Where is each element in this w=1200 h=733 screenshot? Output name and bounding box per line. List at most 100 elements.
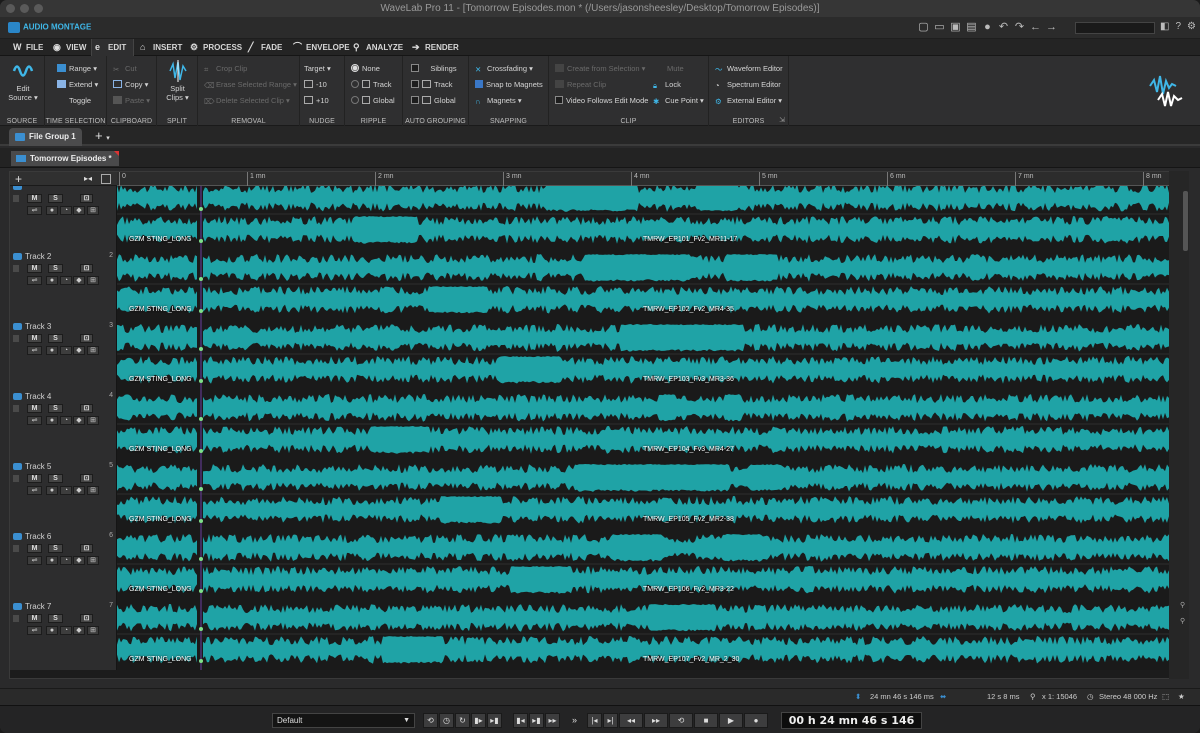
track-fx-icon[interactable]: ⇌ [27,486,42,495]
clip-name-episode[interactable]: TMRW_EP101_Fv2_MR11-17 [643,236,737,243]
fade-handle[interactable] [199,519,203,523]
mute-button[interactable]: M [27,544,42,553]
snap-to-magnets-checkbox[interactable]: Snap to Magnets [475,80,543,89]
track-name[interactable]: Track 7 [13,602,51,611]
record-button-icon[interactable]: ● [744,713,768,728]
zoom-window-icon[interactable] [34,4,43,13]
help-icon[interactable]: ? [1175,21,1181,32]
range-button[interactable]: Range ▾ [57,64,97,73]
track-output-icon[interactable]: ⊞ [87,346,99,355]
clip-name-episode[interactable]: TMRW_EP107_Fv2_MR_2_30 [643,656,739,663]
spectrum-editor-button[interactable]: ◔ Spectrum Editor [715,80,781,90]
group-track-checkbox[interactable]: Track [411,80,452,89]
track-name[interactable]: Track 6 [13,532,51,541]
fade-handle[interactable] [199,239,203,243]
status-format[interactable]: Stereo 48 000 Hz [1099,692,1157,701]
track-pan-icon[interactable]: ◆ [73,346,85,355]
track-pan-icon[interactable]: ◆ [73,626,85,635]
record-icon[interactable]: ● [981,20,994,34]
track-record-icon[interactable]: ● [46,486,58,495]
tab-insert[interactable]: ⌂ INSERT [137,39,183,56]
track-settings-icon[interactable]: ◔ [60,206,72,215]
tab-analyze[interactable]: ⚲ ANALYZE [350,39,403,56]
track-pan-icon[interactable]: ◆ [73,556,85,565]
status-zoom[interactable]: 12 s 8 ms [987,692,1020,701]
track-name[interactable]: Track 2 [13,252,51,261]
fade-handle[interactable] [199,627,203,631]
ripple-track-radio[interactable]: Track [351,80,391,89]
zoom-out-icon[interactable]: ⚲ [1180,617,1185,625]
ripple-global-radio[interactable]: Global [351,96,395,105]
status-ratio[interactable]: x 1: 15046 [1042,692,1077,701]
track-name[interactable] [13,186,25,191]
track-lock-icon[interactable] [13,265,19,272]
track-settings-icon[interactable]: ◔ [60,416,72,425]
save-icon[interactable]: ▣ [949,20,962,34]
track-monitor-icon[interactable]: ⊡ [80,474,93,483]
preset-dropdown[interactable]: Default ▼ [272,713,415,728]
stop-mode-icon[interactable]: ▮▸ [471,713,486,728]
zoom-in-icon[interactable]: ⚲ [1180,601,1185,609]
clip-name-sting[interactable]: GZM STING_LONG [129,376,192,383]
forward-arrow-icon[interactable]: → [1045,20,1058,34]
mute-button[interactable]: M [27,474,42,483]
solo-button[interactable]: S [48,334,63,343]
clip-name-sting[interactable]: GZM STING_LONG [129,236,192,243]
track-output-icon[interactable]: ⊞ [87,486,99,495]
clip-name-episode[interactable]: TMRW_EP104_Fv3_MR4-27 [643,446,734,453]
track-visibility-icon[interactable] [13,533,22,540]
track-lane[interactable]: GZM STING_LONG TMRW_EP107_Fv2_MR_2_30 [117,600,1178,670]
save-as-icon[interactable]: ▤ [965,20,978,34]
track-lane[interactable]: GZM STING_LONG TMRW_EP106_Fv2_MR3-22 [117,530,1178,600]
fade-handle[interactable] [199,449,203,453]
track-name[interactable]: Track 3 [13,322,51,331]
group-global-checkbox[interactable]: Global [411,96,456,105]
new-file-icon[interactable]: ▢ [917,20,930,34]
add-track-button[interactable]: + [15,172,22,186]
track-lock-icon[interactable] [13,335,19,342]
fade-handle[interactable] [199,557,203,561]
file-group-tab[interactable]: File Group 1 [9,128,82,146]
settings-icon[interactable]: ⚙ [1187,21,1196,32]
tab-edit[interactable]: e EDIT [91,39,134,56]
track-pan-icon[interactable]: ◆ [73,416,85,425]
fade-handle[interactable] [199,277,203,281]
preroll-icon[interactable]: ▸▮ [487,713,502,728]
toggle-button[interactable]: Toggle [69,96,91,105]
track-output-icon[interactable]: ⊞ [87,206,99,215]
cue-point-button[interactable]: ✱ Cue Point ▾ [653,96,704,106]
track-monitor-icon[interactable]: ⊡ [80,404,93,413]
track-output-icon[interactable]: ⊞ [87,626,99,635]
track-record-icon[interactable]: ● [46,416,58,425]
solo-button[interactable]: S [48,474,63,483]
tab-render[interactable]: ➔ RENDER [409,39,459,56]
favorite-icon[interactable]: ★ [1178,692,1185,701]
undo-icon[interactable]: ↶ [997,20,1010,34]
solo-button[interactable]: S [48,404,63,413]
tab-file[interactable]: W FILE [10,39,52,56]
mute-button[interactable]: M [27,404,42,413]
fade-handle[interactable] [199,487,203,491]
workspace-dropdown[interactable] [1075,22,1155,34]
extend-button[interactable]: Extend ▾ [57,80,98,89]
track-visibility-icon[interactable] [13,323,22,330]
tab-view[interactable]: ◉ VIEW [50,39,90,56]
track-fx-icon[interactable]: ⇌ [27,346,42,355]
track-record-icon[interactable]: ● [46,626,58,635]
track-lock-icon[interactable] [13,475,19,482]
clip-name-sting[interactable]: GZM STING_LONG [129,516,192,523]
track-name[interactable]: Track 5 [13,462,51,471]
track-settings-icon[interactable]: ◔ [60,556,72,565]
copy-button[interactable]: Copy ▾ [113,80,148,89]
track-monitor-icon[interactable]: ⊡ [80,194,93,203]
erase-range-button[interactable]: ⌫Erase Selected Range ▾ [204,80,297,90]
timer-icon[interactable]: ◷ [439,713,454,728]
fade-handle[interactable] [199,309,203,313]
track-record-icon[interactable]: ● [46,346,58,355]
track-lane[interactable]: GZM STING_LONG TMRW_EP101_Fv2_MR11-17 [117,186,1178,250]
rewind-icon[interactable]: ◂◂ [619,713,643,728]
layout-icon[interactable]: ◧ [1160,21,1169,32]
track-lock-icon[interactable] [13,615,19,622]
solo-button[interactable]: S [48,194,63,203]
ripple-none-radio[interactable]: None [351,64,380,73]
